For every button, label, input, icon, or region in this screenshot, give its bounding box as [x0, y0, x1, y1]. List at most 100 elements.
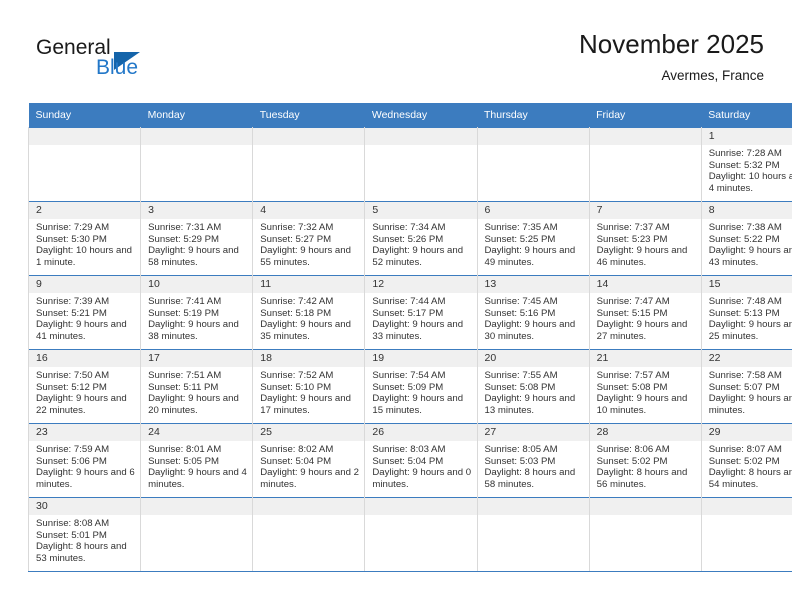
sunrise-text: Sunrise: 7:42 AM — [260, 296, 334, 307]
weekday-header-monday: Monday — [140, 103, 253, 128]
sunset-text: Sunset: 5:19 PM — [148, 307, 220, 319]
daylight-text: Daylight: 9 hours and 8 minutes. — [708, 393, 792, 416]
calendar-day-cell-empty — [476, 127, 590, 202]
day-number: 3 — [141, 202, 253, 219]
calendar-day-cell-empty — [27, 127, 142, 202]
day-number — [141, 498, 253, 515]
calendar-day-cell[interactable]: 28 Sunrise: 8:06 AM Sunset: 5:02 PM Dayligh… — [588, 423, 702, 498]
calendar-day-cell[interactable]: 27 Sunrise: 8:05 AM Sunset: 5:03 PM Dayligh… — [476, 423, 590, 498]
sunrise-text: Sunrise: 7:29 AM — [36, 222, 110, 233]
day-number: 26 — [365, 424, 477, 441]
day-number — [365, 498, 477, 515]
calendar-day-cell[interactable]: 3 Sunrise: 7:31 AM Sunset: 5:29 PM Daylight… — [140, 201, 254, 276]
day-details: Sunrise: 7:57 AM Sunset: 5:08 PM Daylight:… — [590, 367, 701, 416]
sunrise-text: Sunrise: 7:57 AM — [596, 370, 670, 381]
calendar-day-cell[interactable]: 17 Sunrise: 7:51 AM Sunset: 5:11 PM Dayligh… — [140, 349, 254, 424]
calendar-day-cell[interactable]: 25 Sunrise: 8:02 AM Sunset: 5:04 PM Dayligh… — [252, 423, 366, 498]
calendar-day-cell[interactable]: 29 Sunrise: 8:07 AM Sunset: 5:02 PM Dayligh… — [700, 423, 792, 498]
day-details: Sunrise: 8:01 AM Sunset: 5:05 PM Daylight:… — [141, 441, 252, 490]
daylight-text: Daylight: 9 hours and 55 minutes. — [260, 245, 351, 268]
daylight-text: Daylight: 9 hours and 46 minutes. — [596, 245, 688, 268]
calendar-day-cell-empty — [588, 127, 702, 202]
daylight-text: Daylight: 9 hours and 49 minutes. — [484, 245, 576, 268]
calendar-day-cell[interactable]: 13 Sunrise: 7:45 AM Sunset: 5:16 PM Dayligh… — [476, 275, 590, 350]
calendar-day-cell[interactable]: 26 Sunrise: 8:03 AM Sunset: 5:04 PM Dayligh… — [364, 423, 478, 498]
calendar-day-cell[interactable]: 20 Sunrise: 7:55 AM Sunset: 5:08 PM Dayligh… — [476, 349, 590, 424]
sunset-text: Sunset: 5:26 PM — [372, 233, 444, 245]
calendar-day-cell[interactable]: 30 Sunrise: 8:08 AM Sunset: 5:01 PM Dayligh… — [27, 497, 142, 572]
sunset-text: Sunset: 5:11 PM — [148, 381, 219, 393]
sunset-text: Sunset: 5:07 PM — [708, 381, 780, 393]
calendar-day-cell[interactable]: 4 Sunrise: 7:32 AM Sunset: 5:27 PM Daylight… — [252, 201, 366, 276]
calendar-week-row: 9 Sunrise: 7:39 AM Sunset: 5:21 PM Daylight… — [27, 275, 792, 350]
sunrise-text: Sunrise: 7:48 AM — [708, 296, 782, 307]
day-details: Sunrise: 7:48 AM Sunset: 5:13 PM Daylight:… — [702, 293, 792, 342]
weekday-header-row: Sunday Monday Tuesday Wednesday Thursday… — [28, 103, 792, 128]
day-details: Sunrise: 8:07 AM Sunset: 5:02 PM Daylight:… — [702, 441, 792, 490]
sunrise-text: Sunrise: 7:47 AM — [596, 296, 670, 307]
calendar-day-cell[interactable]: 9 Sunrise: 7:39 AM Sunset: 5:21 PM Daylight… — [27, 275, 142, 350]
calendar-day-cell[interactable]: 15 Sunrise: 7:48 AM Sunset: 5:13 PM Dayligh… — [700, 275, 792, 350]
day-number: 8 — [701, 202, 792, 219]
calendar-day-cell[interactable]: 6 Sunrise: 7:35 AM Sunset: 5:25 PM Daylight… — [476, 201, 590, 276]
day-number: 15 — [701, 276, 792, 293]
sunset-text: Sunset: 5:18 PM — [260, 307, 332, 319]
sunrise-text: Sunrise: 8:02 AM — [260, 444, 334, 455]
day-number: 27 — [477, 424, 589, 441]
sunset-text: Sunset: 5:27 PM — [260, 233, 332, 245]
sunset-text: Sunset: 5:03 PM — [484, 455, 556, 467]
weekday-header-tuesday: Tuesday — [252, 103, 365, 128]
daylight-text: Daylight: 9 hours and 27 minutes. — [596, 319, 688, 342]
day-details: Sunrise: 8:02 AM Sunset: 5:04 PM Daylight:… — [253, 441, 364, 490]
calendar-day-cell[interactable]: 5 Sunrise: 7:34 AM Sunset: 5:26 PM Daylight… — [364, 201, 478, 276]
general-blue-logo[interactable]: General Blue — [36, 36, 236, 92]
daylight-text: Daylight: 9 hours and 2 minutes. — [260, 467, 359, 490]
day-details: Sunrise: 7:37 AM Sunset: 5:23 PM Daylight:… — [590, 219, 701, 268]
calendar-day-cell[interactable]: 23 Sunrise: 7:59 AM Sunset: 5:06 PM Dayligh… — [27, 423, 142, 498]
sunset-text: Sunset: 5:32 PM — [708, 159, 780, 171]
sunrise-text: Sunrise: 7:54 AM — [372, 370, 446, 381]
calendar-day-cell[interactable]: 10 Sunrise: 7:41 AM Sunset: 5:19 PM Dayligh… — [140, 275, 254, 350]
daylight-text: Daylight: 9 hours and 15 minutes. — [372, 393, 464, 416]
sunrise-text: Sunrise: 7:51 AM — [148, 370, 222, 381]
day-number: 21 — [589, 350, 701, 367]
calendar-day-cell[interactable]: 19 Sunrise: 7:54 AM Sunset: 5:09 PM Dayligh… — [364, 349, 478, 424]
daylight-text: Daylight: 9 hours and 10 minutes. — [596, 393, 688, 416]
calendar-day-cell[interactable]: 21 Sunrise: 7:57 AM Sunset: 5:08 PM Dayligh… — [588, 349, 702, 424]
calendar-day-cell[interactable]: 22 Sunrise: 7:58 AM Sunset: 5:07 PM Dayligh… — [700, 349, 792, 424]
calendar-day-cell[interactable]: 2 Sunrise: 7:29 AM Sunset: 5:30 PM Daylight… — [27, 201, 142, 276]
day-number: 5 — [365, 202, 477, 219]
calendar-day-cell[interactable]: 7 Sunrise: 7:37 AM Sunset: 5:23 PM Daylight… — [588, 201, 702, 276]
daylight-text: Daylight: 9 hours and 0 minutes. — [372, 467, 472, 490]
calendar-day-cell[interactable]: 14 Sunrise: 7:47 AM Sunset: 5:15 PM Dayligh… — [588, 275, 702, 350]
day-number — [253, 128, 365, 145]
day-number: 13 — [477, 276, 589, 293]
sunrise-text: Sunrise: 7:55 AM — [484, 370, 558, 381]
calendar-day-cell[interactable]: 8 Sunrise: 7:38 AM Sunset: 5:22 PM Daylight… — [700, 201, 792, 276]
calendar-day-cell[interactable]: 24 Sunrise: 8:01 AM Sunset: 5:05 PM Dayligh… — [140, 423, 254, 498]
day-number: 25 — [253, 424, 365, 441]
day-details: Sunrise: 7:42 AM Sunset: 5:18 PM Daylight:… — [253, 293, 364, 342]
sunrise-text: Sunrise: 7:32 AM — [260, 222, 334, 233]
calendar-day-cell[interactable]: 18 Sunrise: 7:52 AM Sunset: 5:10 PM Dayligh… — [252, 349, 366, 424]
day-number: 4 — [253, 202, 365, 219]
daylight-text: Daylight: 9 hours and 4 minutes. — [148, 467, 247, 490]
daylight-text: Daylight: 9 hours and 33 minutes. — [372, 319, 464, 342]
daylight-text: Daylight: 9 hours and 43 minutes. — [708, 245, 792, 268]
daylight-text: Daylight: 10 hours and 4 minutes. — [708, 171, 792, 194]
daylight-text: Daylight: 10 hours and 1 minute. — [36, 245, 132, 268]
calendar-day-cell[interactable]: 16 Sunrise: 7:50 AM Sunset: 5:12 PM Dayligh… — [27, 349, 142, 424]
day-number — [701, 498, 792, 515]
sunset-text: Sunset: 5:23 PM — [596, 233, 668, 245]
day-details: Sunrise: 7:41 AM Sunset: 5:19 PM Daylight:… — [141, 293, 252, 342]
daylight-text: Daylight: 8 hours and 56 minutes. — [596, 467, 688, 490]
daylight-text: Daylight: 8 hours and 54 minutes. — [708, 467, 792, 490]
sunset-text: Sunset: 5:12 PM — [36, 381, 107, 393]
calendar-day-cell[interactable]: 1 Sunrise: 7:28 AM Sunset: 5:32 PM Daylight… — [700, 127, 792, 202]
calendar-day-cell[interactable]: 11 Sunrise: 7:42 AM Sunset: 5:18 PM Dayligh… — [252, 275, 366, 350]
calendar-day-cell[interactable]: 12 Sunrise: 7:44 AM Sunset: 5:17 PM Dayligh… — [364, 275, 478, 350]
day-number: 9 — [29, 276, 141, 293]
daylight-text: Daylight: 9 hours and 22 minutes. — [36, 393, 127, 416]
daylight-text: Daylight: 9 hours and 30 minutes. — [484, 319, 576, 342]
day-details: Sunrise: 7:39 AM Sunset: 5:21 PM Daylight:… — [29, 293, 140, 342]
